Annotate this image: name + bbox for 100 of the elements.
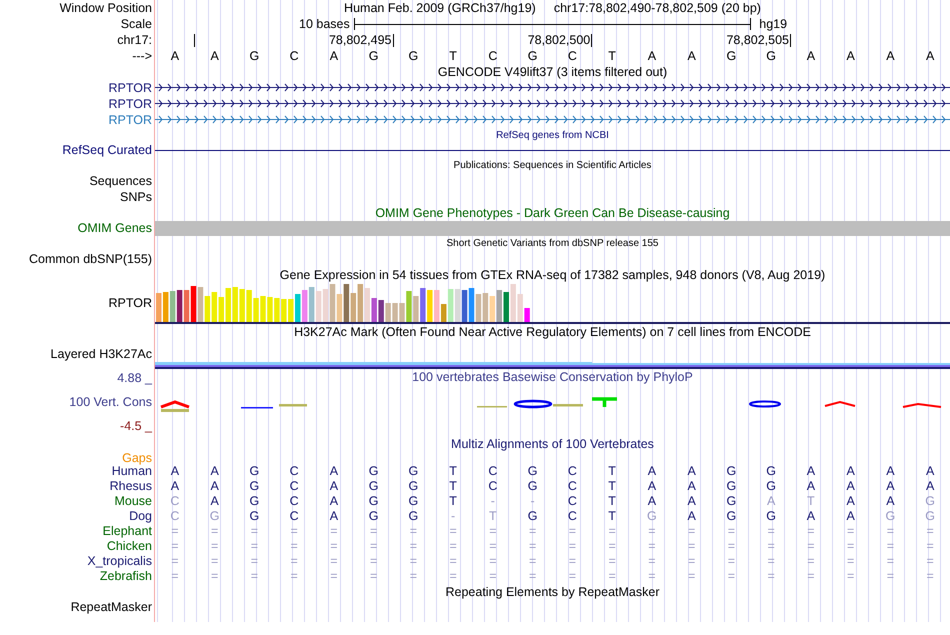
base-letter: G bbox=[526, 48, 538, 64]
aligned-base: = bbox=[647, 524, 657, 539]
aligned-base: = bbox=[289, 554, 299, 569]
aligned-base: T bbox=[607, 494, 617, 509]
coordinate-label: 78,802,505 bbox=[592, 34, 791, 46]
aligned-base: = bbox=[925, 524, 935, 539]
position-text: chr17:78,802,490-78,802,509 (20 bp) bbox=[554, 1, 761, 15]
aligned-base: = bbox=[408, 554, 418, 569]
aligned-base: = bbox=[448, 554, 458, 569]
base-letter: C bbox=[566, 48, 578, 64]
aligned-base: A bbox=[806, 464, 816, 479]
assembly-label: hg19 bbox=[758, 17, 788, 31]
aligned-base: = bbox=[846, 539, 856, 554]
track-label: Gaps bbox=[122, 451, 152, 466]
base-letter: A bbox=[806, 48, 816, 64]
aligned-base: G bbox=[526, 464, 538, 479]
aligned-base: T bbox=[448, 479, 458, 494]
aligned-base: G bbox=[646, 509, 658, 524]
aligned-base: G bbox=[726, 494, 738, 509]
aligned-base: = bbox=[210, 539, 220, 554]
aligned-base: G bbox=[765, 509, 777, 524]
track-label: 100 Vert. Cons bbox=[69, 395, 152, 410]
aligned-base: = bbox=[686, 569, 696, 584]
aligned-base: A bbox=[885, 494, 896, 509]
aligned-base: G bbox=[248, 479, 260, 494]
aligned-base: = bbox=[250, 569, 260, 584]
base-letter: C bbox=[487, 48, 498, 64]
aligned-base: - bbox=[490, 494, 496, 509]
aligned-base: = bbox=[886, 524, 896, 539]
aligned-base: C bbox=[288, 509, 300, 524]
aligned-base: = bbox=[806, 539, 816, 554]
aligned-base: = bbox=[766, 539, 776, 554]
base-letter: A bbox=[170, 48, 180, 64]
base-letter: T bbox=[448, 48, 458, 64]
aligned-base: = bbox=[329, 554, 339, 569]
aligned-base: = bbox=[607, 569, 617, 584]
aligned-base: = bbox=[329, 524, 339, 539]
track-title: Multiz Alignments of 100 Vertebrates bbox=[451, 436, 654, 450]
aligned-base: G bbox=[408, 464, 420, 479]
aligned-base: G bbox=[924, 494, 936, 509]
aligned-base: = bbox=[726, 554, 736, 569]
base-letter: A bbox=[845, 48, 856, 64]
aligned-base: = bbox=[250, 554, 260, 569]
aligned-base: T bbox=[607, 479, 617, 494]
tick-mark bbox=[194, 34, 195, 46]
base-letter: C bbox=[288, 48, 300, 64]
aligned-base: = bbox=[925, 569, 935, 584]
aligned-base: = bbox=[329, 569, 339, 584]
track-title: OMIM Gene Phenotypes - Dark Green Can Be Disease-causing bbox=[375, 206, 730, 220]
track-title: H3K27Ac Mark (Often Found Near Active Regulatory Elements) on 7 cell lines from ENCODE bbox=[294, 325, 811, 339]
aligned-base: = bbox=[210, 524, 220, 539]
aligned-base: G bbox=[368, 464, 380, 479]
aligned-base: = bbox=[686, 524, 696, 539]
track-title: Gene Expression in 54 tissues from GTEx RNA-seq of 17382 samples, 948 donors (V8, Aug 2019) bbox=[280, 268, 826, 282]
aligned-base: G bbox=[248, 509, 260, 524]
track-label: RefSeq Curated bbox=[62, 143, 152, 158]
aligned-base: = bbox=[210, 554, 220, 569]
aligned-base: G bbox=[884, 509, 896, 524]
aligned-base: = bbox=[886, 539, 896, 554]
assembly-title: Human Feb. 2009 (GRCh37/hg19) bbox=[344, 1, 536, 15]
aligned-base: T bbox=[607, 464, 617, 479]
base-letter: A bbox=[646, 48, 658, 64]
aligned-base: G bbox=[726, 464, 738, 479]
aligned-base: T bbox=[448, 494, 458, 509]
aligned-base: G bbox=[368, 494, 380, 509]
coordinate-label: 78,802,495 bbox=[194, 34, 394, 46]
aligned-base: G bbox=[368, 509, 380, 524]
aligned-base: = bbox=[726, 569, 736, 584]
species-label: Human bbox=[112, 464, 152, 479]
aligned-base: A bbox=[328, 509, 340, 524]
aligned-base: C bbox=[566, 509, 578, 524]
species-label: Elephant bbox=[102, 524, 152, 539]
aligned-base: C bbox=[566, 479, 578, 494]
species-label: Chicken bbox=[106, 539, 152, 554]
aligned-base: = bbox=[528, 554, 538, 569]
aligned-base: A bbox=[209, 464, 220, 479]
base-letter: G bbox=[726, 48, 738, 64]
aligned-base: = bbox=[726, 539, 736, 554]
aligned-base: - bbox=[530, 494, 536, 509]
base-letter: G bbox=[248, 48, 260, 64]
aligned-base: A bbox=[924, 479, 936, 494]
aligned-base: = bbox=[289, 569, 299, 584]
aligned-base: = bbox=[766, 524, 776, 539]
aligned-base: A bbox=[924, 464, 936, 479]
track-label: RepeatMasker bbox=[70, 600, 152, 615]
aligned-base: G bbox=[526, 509, 538, 524]
aligned-base: A bbox=[646, 479, 658, 494]
aligned-base: = bbox=[528, 524, 538, 539]
aligned-base: = bbox=[289, 524, 299, 539]
aligned-base: = bbox=[686, 539, 696, 554]
base-letter: G bbox=[368, 48, 380, 64]
species-label: X_tropicalis bbox=[87, 554, 152, 569]
track-title: RefSeq genes from NCBI bbox=[496, 130, 609, 141]
aligned-base: C bbox=[169, 509, 180, 524]
track-title: Publications: Sequences in Scientific Articles bbox=[454, 160, 652, 171]
aligned-base: = bbox=[448, 539, 458, 554]
aligned-base: = bbox=[368, 554, 378, 569]
track-label: Layered H3K27Ac bbox=[50, 347, 152, 362]
track-title: Short Genetic Variants from dbSNP release 155 bbox=[446, 238, 658, 249]
aligned-base: A bbox=[845, 509, 856, 524]
